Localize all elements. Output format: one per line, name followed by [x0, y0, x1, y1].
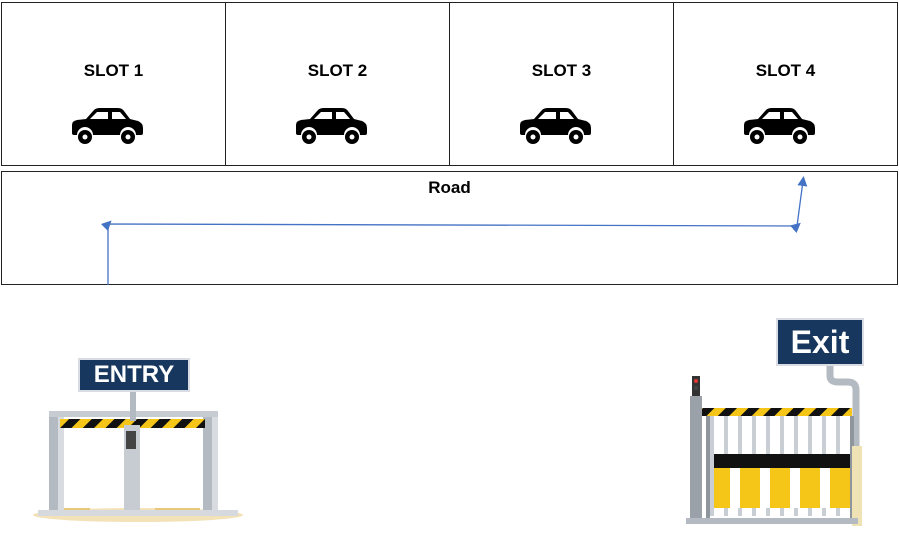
exit-gate: Exit — [680, 318, 892, 528]
exit-sign: Exit — [776, 318, 864, 366]
entry-gate: ENTRY — [20, 355, 250, 525]
route-line — [100, 176, 808, 285]
route-arrow — [100, 176, 808, 285]
entry-sign: ENTRY — [78, 358, 190, 392]
